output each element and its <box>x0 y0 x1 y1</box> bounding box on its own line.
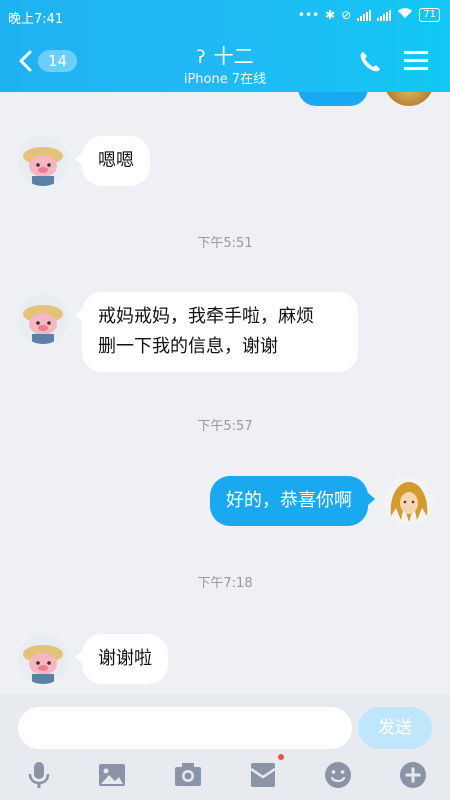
contact-avatar[interactable] <box>18 634 68 684</box>
message-bubble[interactable]: 嗯嗯 <box>75 136 150 186</box>
emoji-icon[interactable] <box>323 760 353 790</box>
image-icon[interactable] <box>97 760 127 790</box>
status-bar: 晚上7:41 ••• ✱ ⊘ 71 <box>0 0 450 30</box>
phone-icon[interactable] <box>358 50 382 74</box>
message-line: 戒妈戒妈，我牵手啦，麻烦 <box>98 306 314 327</box>
plus-icon[interactable] <box>398 760 428 790</box>
message-input[interactable] <box>18 707 352 749</box>
chat-header: 14 ʔ 十二 iPhone 7在线 <box>0 30 450 92</box>
top-bar: 晚上7:41 ••• ✱ ⊘ 71 14 ʔ 十二 iPhone 7在线 <box>0 0 450 92</box>
message-line: 删一下我的信息，谢谢 <box>98 336 278 357</box>
chat-title: ʔ 十二 <box>0 40 450 69</box>
my-avatar-partial[interactable] <box>384 92 434 106</box>
message-list[interactable]: 嗯嗯 下午5:51 戒妈戒妈，我牵手啦，麻烦 删一下我的信息，谢谢 下午5:57… <box>0 92 450 694</box>
bluetooth-icon: ✱ <box>325 7 336 22</box>
send-button[interactable]: 发送 <box>358 707 432 749</box>
my-avatar[interactable] <box>384 476 434 526</box>
input-bar: 发送 <box>0 694 450 800</box>
message-bubble-outgoing[interactable]: 好的，恭喜你啊 <box>210 476 375 526</box>
contact-name: 十二 <box>213 44 254 68</box>
camera-icon[interactable] <box>173 760 203 790</box>
ear-icon: ʔ <box>196 47 206 68</box>
status-icons: ••• ✱ ⊘ 71 <box>298 7 440 22</box>
notification-dot <box>278 754 284 760</box>
message-bubble[interactable]: 谢谢啦 <box>75 634 168 684</box>
contact-avatar[interactable] <box>18 294 68 344</box>
menu-icon[interactable] <box>404 51 428 71</box>
more-dots-icon: ••• <box>297 7 320 22</box>
red-packet-icon[interactable] <box>248 760 278 790</box>
timestamp: 下午5:51 <box>197 236 253 251</box>
status-time: 晚上7:41 <box>8 12 64 27</box>
contact-avatar[interactable] <box>18 136 68 186</box>
mute-icon: ⊘ <box>341 7 352 22</box>
timestamp: 下午7:18 <box>197 576 253 591</box>
battery-icon: 71 <box>419 7 440 22</box>
signal-icon-2 <box>377 9 392 21</box>
online-status: iPhone 7在线 <box>183 72 267 87</box>
microphone-icon[interactable] <box>24 760 54 790</box>
previous-message-bubble[interactable] <box>298 92 368 106</box>
signal-icon-1 <box>357 9 372 21</box>
message-bubble[interactable]: 戒妈戒妈，我牵手啦，麻烦 删一下我的信息，谢谢 <box>75 292 358 372</box>
timestamp: 下午5:57 <box>197 419 253 434</box>
toolbar <box>0 754 450 800</box>
wifi-icon <box>397 7 413 22</box>
